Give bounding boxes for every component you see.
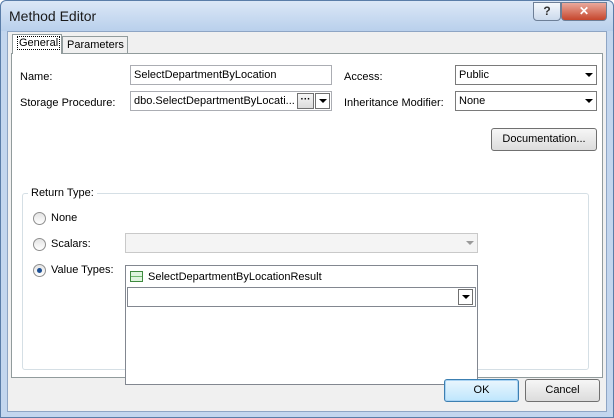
dialog-client-area: General Parameters Name: SelectDepartmen… [7,31,607,412]
general-tab-panel: Name: SelectDepartmentByLocation Access:… [11,53,603,385]
access-select[interactable]: Public [455,65,597,85]
value-types-radio[interactable] [33,264,46,277]
name-label: Name: [20,71,53,83]
chevron-down-icon [585,99,593,103]
storage-procedure-value: dbo.SelectDepartmentByLocati... [134,95,295,107]
scalars-radio-label: Scalars: [51,238,91,250]
access-select-value: Public [459,69,489,81]
chevron-down-icon [466,241,474,245]
browse-ellipsis-button[interactable]: ··· [297,93,314,109]
ok-button[interactable]: OK [444,379,519,402]
none-radio-label: None [51,212,78,224]
scalars-select[interactable] [125,233,478,253]
scalars-radio[interactable] [33,238,46,251]
name-input[interactable]: SelectDepartmentByLocation [130,65,332,85]
inheritance-modifier-value: None [459,95,486,107]
storage-procedure-label: Storage Procedure: [20,97,116,109]
tab-general[interactable]: General [12,34,62,54]
value-types-list[interactable]: SelectDepartmentByLocationResult [125,265,478,385]
method-editor-window: Method Editor ? ✕ General Parameters Nam… [0,0,614,418]
class-table-icon [130,271,143,282]
window-title: Method Editor [9,8,97,24]
tab-parameters[interactable]: Parameters [62,36,128,53]
access-label: Access: [344,71,383,83]
value-type-dropdown-button[interactable] [458,289,473,305]
chevron-down-icon [462,295,470,299]
inheritance-modifier-label: Inheritance Modifier: [344,97,444,109]
help-button[interactable]: ? [533,2,561,21]
inheritance-modifier-select[interactable]: None [455,91,597,111]
radio-selected-dot [37,268,42,273]
close-button[interactable]: ✕ [561,2,607,21]
title-bar: Method Editor ? ✕ [1,1,613,31]
value-type-add-select[interactable] [127,287,476,307]
chevron-down-icon [319,99,327,103]
tab-general-label: General [17,36,61,50]
storage-procedure-dropdown-button[interactable] [315,93,330,109]
none-radio[interactable] [33,212,46,225]
cancel-button[interactable]: Cancel [525,379,600,402]
chevron-down-icon [585,73,593,77]
value-types-radio-label: Value Types: [51,264,114,276]
documentation-button[interactable]: Documentation... [491,128,597,151]
value-type-name: SelectDepartmentByLocationResult [148,271,322,283]
return-type-label: Return Type: [28,187,97,200]
